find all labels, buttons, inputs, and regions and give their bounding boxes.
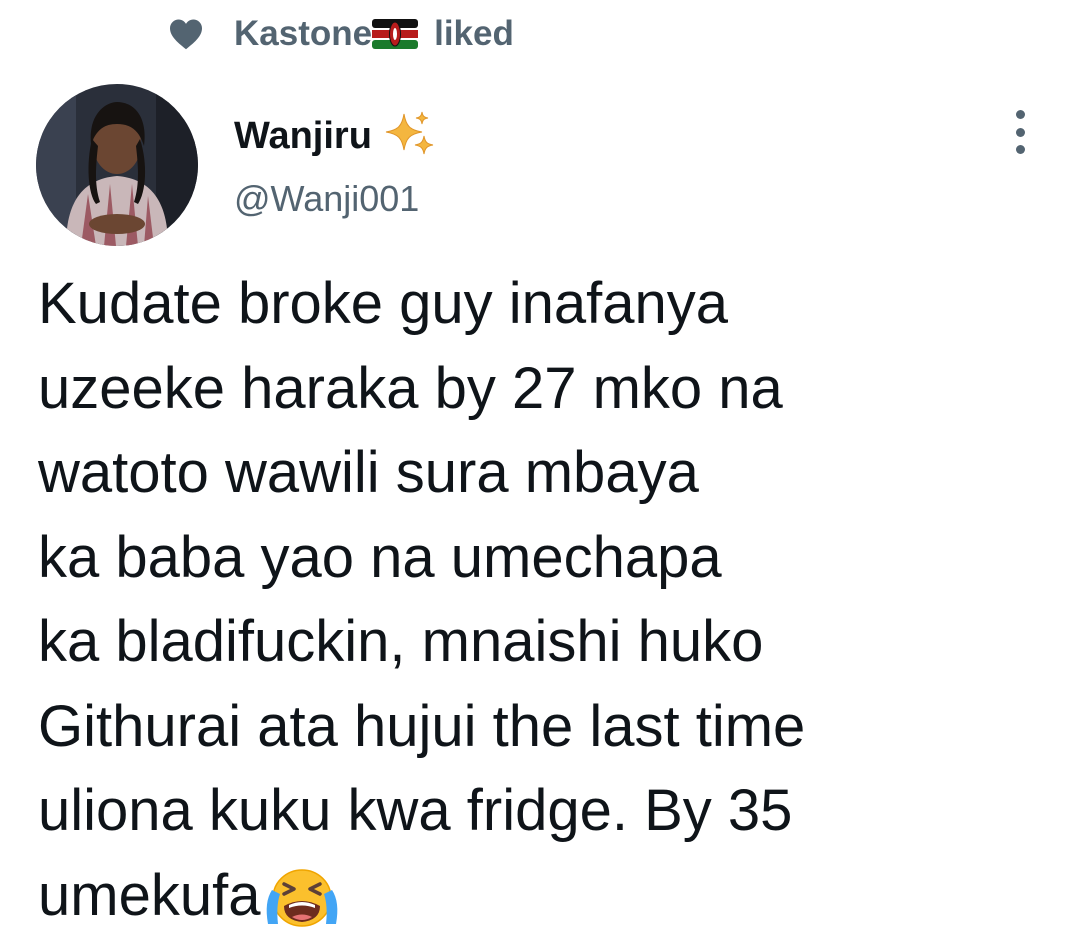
more-dot-icon xyxy=(1015,127,1025,137)
tweet-line: Githurai ata hujui the last time xyxy=(38,693,806,759)
liked-action: liked xyxy=(434,14,514,53)
tweet-line: ka baba yao na umechapa xyxy=(38,524,722,590)
tweet-text: Kudate broke guy inafanya uzeeke haraka … xyxy=(38,262,1058,938)
display-name-text[interactable]: Wanjiru xyxy=(234,115,372,158)
kenya-flag-icon xyxy=(372,19,419,49)
heart-icon xyxy=(170,19,202,50)
display-name[interactable]: Wanjiru xyxy=(234,110,436,162)
more-dot-icon xyxy=(1015,110,1025,119)
liked-by-user[interactable]: Kastone xyxy=(234,14,372,54)
avatar-image xyxy=(36,84,198,246)
sparkles-icon xyxy=(385,111,434,155)
tweet-line-last: umekufa xyxy=(38,854,1058,939)
tweet-line: uliona kuku kwa fridge. By 35 xyxy=(38,778,793,843)
tweet-line: Kudate broke guy inafanya xyxy=(38,271,729,336)
tweet-line: ka bladifuckin, mnaishi huko xyxy=(38,609,764,674)
social-context[interactable]: Kastone liked xyxy=(168,8,514,60)
tweet-line: uzeeke haraka by 27 mko na xyxy=(38,355,783,421)
more-options-button[interactable] xyxy=(1000,110,1040,154)
tweet-line: watoto wawili sura mbaya xyxy=(38,440,699,505)
more-dot-icon xyxy=(1015,145,1025,154)
tweet-line-text: umekufa xyxy=(38,862,261,928)
user-handle[interactable]: @Wanji001 xyxy=(234,178,419,220)
avatar[interactable] xyxy=(36,84,198,246)
loudly-crying-face-emoji xyxy=(267,869,338,927)
